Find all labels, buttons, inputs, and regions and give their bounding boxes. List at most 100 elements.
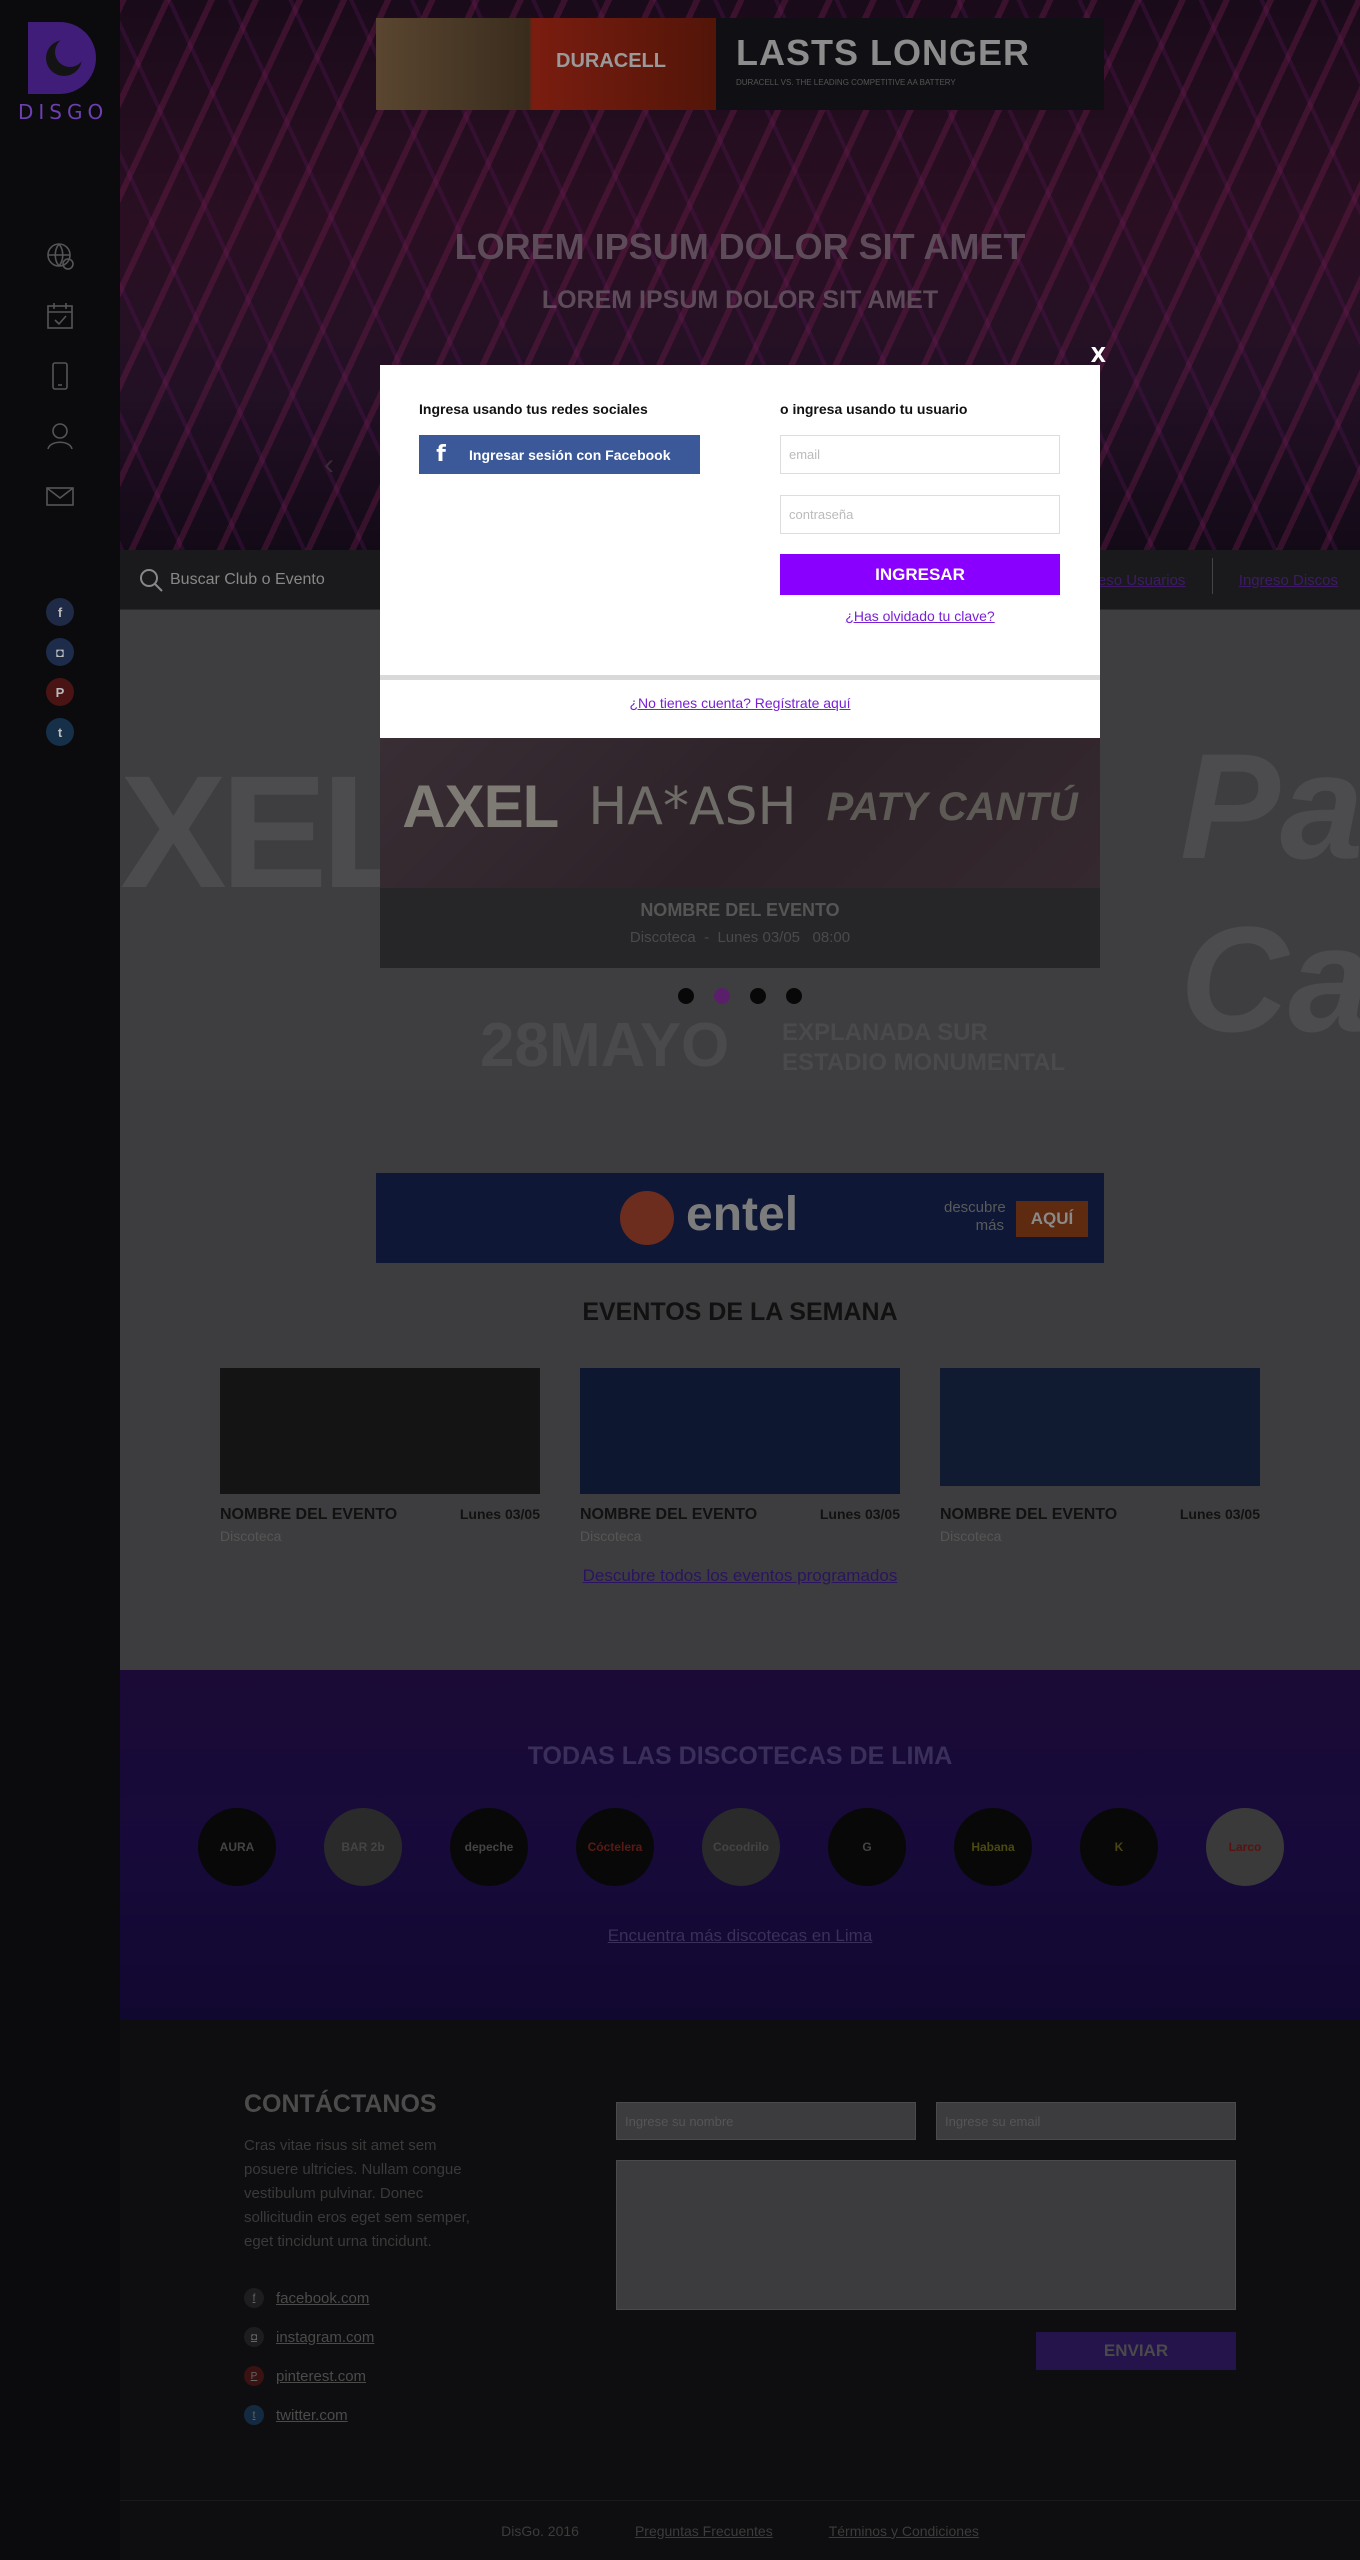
ghost-place-line: EXPLANADA SUR [782, 1019, 988, 1046]
event-thumbnail [580, 1368, 900, 1494]
ad-description: descubre más [944, 1199, 1006, 1234]
top-ad-banner[interactable]: DURACELL LASTS LONGER DURACELL VS. THE L… [376, 18, 1104, 110]
twitter-icon: t [244, 2405, 264, 2425]
login-button[interactable]: INGRESAR [780, 554, 1060, 595]
logo[interactable]: DISGO [18, 18, 103, 124]
footer: DisGo. 2016 Preguntas Frecuentes Término… [120, 2500, 1360, 2560]
facebook-login-button[interactable]: f Ingresar sesión con Facebook [419, 435, 700, 474]
all-clubs-link[interactable]: Encuentra más discotecas en Lima [608, 1926, 873, 1945]
globe-icon[interactable] [40, 236, 80, 276]
ghost-date: 28MAYO [480, 1011, 730, 1080]
club-login-link[interactable]: Ingreso Discos [1239, 572, 1338, 589]
slide-event-type: Discoteca [629, 929, 696, 946]
club-logo[interactable]: G [828, 1808, 906, 1886]
club-logo[interactable]: K [1080, 1808, 1158, 1886]
instagram-icon: ◘ [244, 2327, 264, 2347]
slide-event-time: 08:00 [812, 929, 851, 946]
ghost-artist-right: Pa Ca [1180, 722, 1360, 1063]
artist-name: AXEL [402, 773, 559, 840]
calendar-icon[interactable] [40, 296, 80, 336]
event-thumbnail [940, 1368, 1260, 1486]
ad-headline: LASTS LONGER [736, 32, 1031, 73]
battery-image: DURACELL [376, 18, 716, 110]
ad-brand: DURACELL [556, 50, 666, 72]
section-title: EVENTOS DE LA SEMANA [582, 1298, 898, 1326]
hero-title: LOREM IPSUM DOLOR SIT AMET [454, 226, 1026, 267]
message-field[interactable] [616, 2160, 1236, 2310]
ghost-place-line: ESTADIO MONUMENTAL [782, 1049, 1066, 1076]
event-card[interactable]: NOMBRE DEL EVENTO Lunes 03/05 Discoteca [940, 1368, 1260, 1544]
send-button[interactable]: ENVIAR [1036, 2332, 1236, 2370]
ghost-artist-left: XEL [120, 742, 419, 921]
faq-link[interactable]: Preguntas Frecuentes [635, 2523, 773, 2539]
password-input[interactable] [780, 495, 1060, 534]
instagram-link[interactable]: ◘ instagram.com [244, 2327, 374, 2347]
facebook-icon: f [436, 442, 446, 467]
email-field[interactable] [936, 2102, 1236, 2140]
event-name: NOMBRE DEL EVENTO [220, 1506, 398, 1523]
facebook-icon[interactable]: f [46, 598, 74, 626]
contact-title: CONTÁCTANOS [244, 2090, 437, 2118]
entel-logo-icon [620, 1191, 674, 1245]
signup-link[interactable]: ¿No tienes cuenta? Regístrate aquí [629, 695, 850, 711]
all-events-link[interactable]: Descubre todos los eventos programados [583, 1566, 898, 1585]
carousel-dot[interactable] [750, 988, 766, 1004]
artist-name: HA*ASH [588, 776, 797, 837]
entel-ad-banner[interactable]: entel descubre más AQUÍ [376, 1173, 1104, 1263]
user-login-heading: o ingresa usando tu usuario [780, 401, 968, 417]
clubs-section: TODAS LAS DISCOTECAS DE LIMA AURA BAR 2b… [120, 1670, 1360, 2020]
carousel-dot[interactable] [678, 988, 694, 1004]
event-card[interactable]: NOMBRE DEL EVENTO Lunes 03/05 Discoteca [580, 1368, 900, 1544]
carousel-dot-active[interactable] [714, 988, 730, 1004]
club-logo[interactable]: AURA [198, 1808, 276, 1886]
instagram-icon[interactable]: ◘ [46, 638, 74, 666]
email-input[interactable] [780, 435, 1060, 474]
club-logo[interactable]: Cóctelera [576, 1808, 654, 1886]
event-type: Discoteca [220, 1528, 282, 1544]
social-login-heading: Ingresa usando tus redes sociales [419, 401, 648, 417]
carousel-dots [120, 988, 1360, 1004]
club-logo[interactable]: depeche [450, 1808, 528, 1886]
club-logo[interactable]: Habana [954, 1808, 1032, 1886]
event-card[interactable]: NOMBRE DEL EVENTO Lunes 03/05 Discoteca [220, 1368, 540, 1544]
contact-text: Cras vitae risus sit amet sem posuere ul… [244, 2137, 470, 2250]
forgot-password-link[interactable]: ¿Has olvidado tu clave? [845, 608, 994, 624]
copyright: DisGo. 2016 [501, 2522, 579, 2539]
twitter-icon[interactable]: t [46, 718, 74, 746]
twitter-link[interactable]: t twitter.com [244, 2405, 374, 2425]
mail-icon[interactable] [40, 476, 80, 516]
club-logo[interactable]: Cocodrilo [702, 1808, 780, 1886]
section-title: TODAS LAS DISCOTECAS DE LIMA [527, 1742, 953, 1770]
ad-fine-print: DURACELL VS. THE LEADING COMPETITIVE AA … [736, 78, 956, 87]
modal-divider [380, 675, 1100, 680]
slide-event-name: NOMBRE DEL EVENTO [640, 900, 840, 920]
pinterest-icon: P [244, 2366, 264, 2386]
chevron-left-icon[interactable]: ‹ [324, 448, 334, 482]
name-field[interactable] [616, 2102, 916, 2140]
ad-cta-button[interactable]: AQUÍ [1016, 1201, 1088, 1237]
search-icon [140, 569, 163, 592]
terms-link[interactable]: Términos y Condiciones [829, 2523, 979, 2539]
club-logo[interactable]: BAR 2b [324, 1808, 402, 1886]
facebook-link[interactable]: f facebook.com [244, 2288, 374, 2308]
close-icon[interactable]: X [1091, 343, 1106, 367]
carousel-dot[interactable] [786, 988, 802, 1004]
side-nav [40, 236, 80, 536]
event-date: Lunes 03/05 [459, 1506, 540, 1522]
slide-caption: NOMBRE DEL EVENTO Discoteca - Lunes 03/0… [380, 888, 1100, 968]
contact-section: CONTÁCTANOS Cras vitae risus sit amet se… [120, 2020, 1360, 2500]
slide-event-date: Lunes 03/05 [717, 929, 801, 946]
artist-name: PATY CANTÚ [826, 784, 1078, 829]
link-label: pinterest.com [276, 2367, 367, 2385]
event-date: Lunes 03/05 [1179, 1506, 1260, 1522]
divider [1211, 558, 1213, 594]
ad-brand: entel [686, 1188, 799, 1241]
ghost-place: EXPLANADA SUR ESTADIO MONUMENTAL [782, 1018, 1065, 1078]
event-name: NOMBRE DEL EVENTO [940, 1506, 1118, 1523]
pinterest-link[interactable]: P pinterest.com [244, 2366, 374, 2386]
pinterest-icon[interactable]: P [46, 678, 74, 706]
club-logo[interactable]: Larco [1206, 1808, 1284, 1886]
user-icon[interactable] [40, 416, 80, 456]
link-label: facebook.com [276, 2289, 370, 2307]
phone-icon[interactable] [40, 356, 80, 396]
